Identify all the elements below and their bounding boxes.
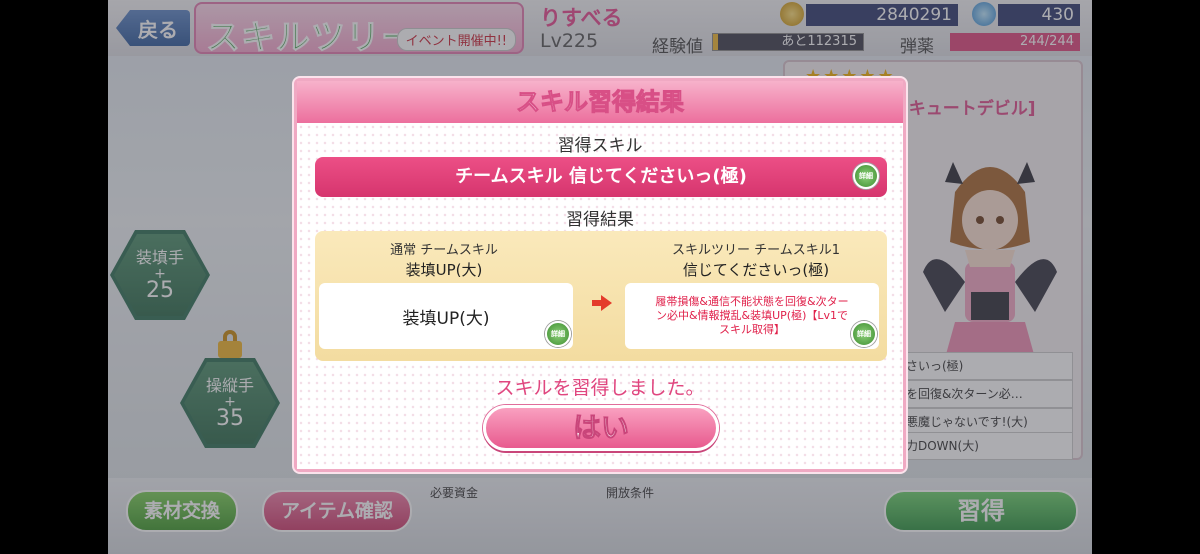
result-message: スキルを習得しました。 — [495, 377, 705, 399]
modal-title: スキル習得結果 — [516, 88, 685, 117]
acquired-skill-name: チームスキル 信じてくださいっ(極) — [455, 166, 747, 187]
game-screen: 戻る スキルツリー イベント開催中!! りすべる Lv225 経験値 あと112… — [108, 0, 1092, 554]
after-skill-description: 履帯損傷&通信不能状態を回復&次ターン必中&情報撹乱&装填UP(極)【Lv1でス… — [655, 295, 849, 336]
after-skill-name: 信じてくださいっ(極) — [682, 261, 830, 279]
after-category: スキルツリー チームスキル1 — [671, 243, 840, 258]
before-category: 通常 チームスキル — [390, 243, 498, 258]
modal-body: 習得スキル チームスキル 信じてくださいっ(極) 詳細 習得結果 通常 チームス… — [297, 123, 903, 469]
skill-compare-box: 通常 チームスキル 装填UP(大) 装填UP(大) 詳細 スキルツリー チームス… — [315, 231, 887, 361]
modal-header: スキル習得結果 — [297, 81, 903, 123]
acquired-skill-label: 習得スキル — [557, 136, 643, 156]
result-label: 習得結果 — [566, 210, 634, 230]
before-skill-description: 装填UP(大) — [402, 308, 490, 329]
detail-icon[interactable]: 詳細 — [545, 321, 571, 347]
arrow-right-icon — [592, 295, 612, 311]
skill-result-modal: スキル習得結果 習得スキル チームスキル 信じてくださいっ(極) 詳細 習得結果… — [294, 78, 906, 472]
after-skill-card: 履帯損傷&通信不能状態を回復&次ターン必中&情報撹乱&装填UP(極)【Lv1でス… — [625, 283, 879, 349]
before-skill-card: 装填UP(大) 詳細 — [319, 283, 573, 349]
before-skill-name: 装填UP(大) — [405, 261, 483, 279]
detail-icon[interactable]: 詳細 — [851, 321, 877, 347]
detail-icon[interactable]: 詳細 — [853, 163, 879, 189]
yes-button[interactable]: はい — [483, 405, 719, 451]
acquired-skill-bar: チームスキル 信じてくださいっ(極) 詳細 — [315, 157, 887, 197]
